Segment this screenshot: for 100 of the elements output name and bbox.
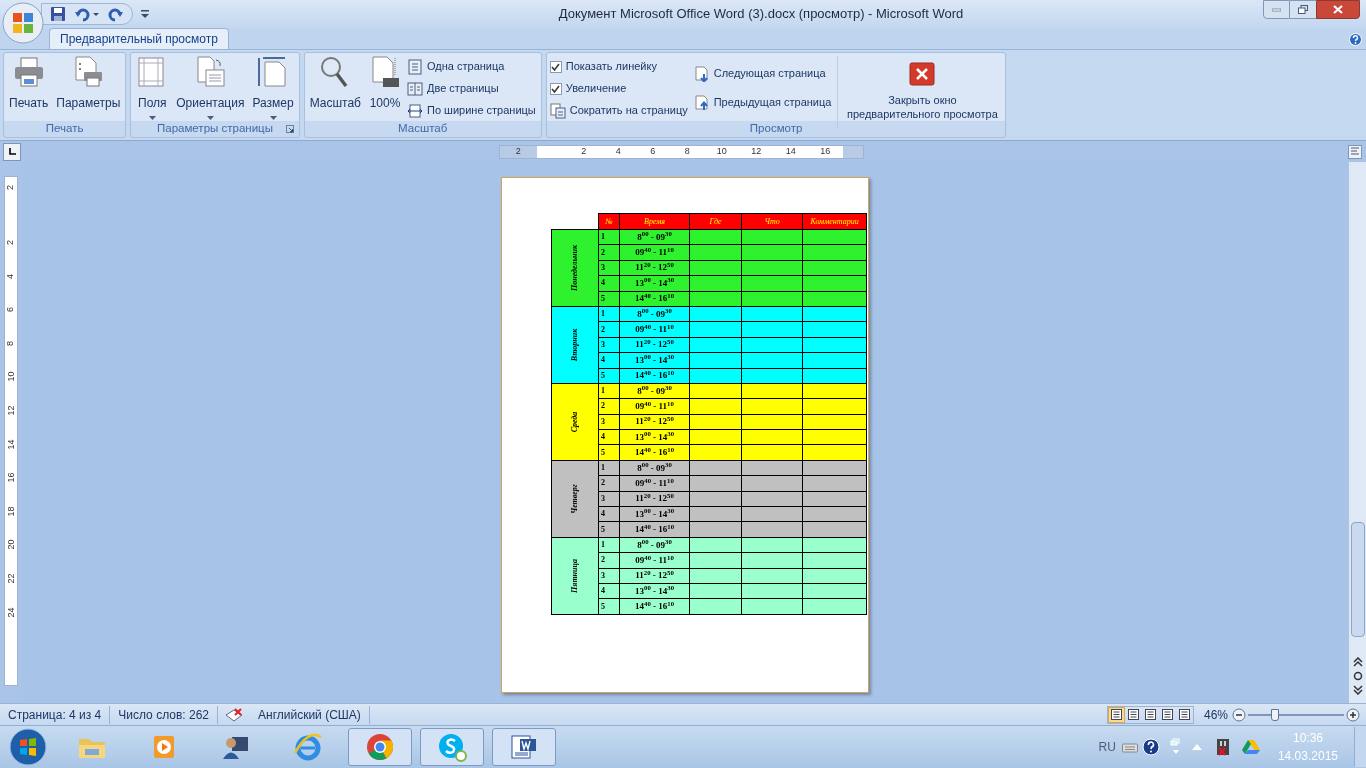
page-status[interactable]: Страница: 4 из 4 xyxy=(0,705,111,724)
slider-thumb[interactable] xyxy=(1271,708,1280,721)
ruler-number: 12 xyxy=(750,144,763,158)
ruler-number: 4 xyxy=(614,144,622,158)
pages-icon xyxy=(194,56,227,88)
ribbon-button[interactable]: Предыдущая страница xyxy=(693,93,832,112)
pages-icon xyxy=(549,102,566,119)
ribbon-button[interactable]: Печать xyxy=(7,56,51,112)
one-page-icon xyxy=(407,58,423,75)
ruler-number: 6 xyxy=(6,307,16,313)
close-button[interactable] xyxy=(1316,0,1360,19)
save-icon[interactable] xyxy=(50,6,66,22)
column-header: № xyxy=(598,213,620,230)
ribbon-button[interactable]: Ориентация xyxy=(174,56,247,120)
ribbon-button[interactable]: Следующая страница xyxy=(693,64,832,83)
zoom-slider[interactable] xyxy=(1248,707,1344,722)
reading-layout-icon xyxy=(1127,709,1139,720)
ribbon-button[interactable]: Параметры xyxy=(54,56,123,112)
checkbox-box[interactable] xyxy=(549,82,562,95)
close-preview-button[interactable]: Закрыть окно предварительного просмотра xyxy=(842,56,1003,121)
page-printer-icon xyxy=(72,56,105,88)
draft-icon xyxy=(1178,709,1190,720)
scrollbar-thumb[interactable] xyxy=(1350,522,1365,637)
ruler-number: 8 xyxy=(6,340,16,346)
outline-icon xyxy=(1161,709,1173,720)
ruler-number: 16 xyxy=(819,144,832,158)
taskbar-button[interactable] xyxy=(492,728,556,766)
ribbon-button[interactable]: Размер xyxy=(250,56,296,120)
ribbon-button[interactable]: Поля xyxy=(134,56,171,120)
ribbon-button[interactable]: 100% xyxy=(367,56,403,112)
group-label: Печать xyxy=(45,121,84,137)
ribbon-button[interactable]: Масштаб xyxy=(307,56,363,112)
checkbox-label[interactable]: Показать линейку xyxy=(565,58,657,75)
windows-toggle-icon[interactable] xyxy=(1169,738,1182,756)
column-header: Что xyxy=(741,213,803,230)
check-icon xyxy=(551,62,561,71)
zoom-in-icon[interactable] xyxy=(1346,707,1360,722)
printer-icon xyxy=(12,56,45,88)
ribbon-tab[interactable]: Предварительный просмотр xyxy=(49,28,229,49)
day-label: Четверг xyxy=(571,484,579,514)
start-button[interactable] xyxy=(8,727,48,767)
ruler-number: 2 xyxy=(6,240,16,245)
taskbar-button[interactable] xyxy=(348,728,412,766)
print-layout-icon xyxy=(1110,709,1122,720)
two-pages-icon xyxy=(407,80,423,97)
help-icon[interactable] xyxy=(1349,33,1362,46)
help-icon[interactable] xyxy=(1141,738,1160,756)
zoom-out-icon[interactable] xyxy=(1232,707,1246,722)
word-count[interactable]: Число слов: 262 xyxy=(110,705,218,724)
ruler-number: 8 xyxy=(683,144,691,158)
close-icon xyxy=(909,62,936,86)
previous-page-icon[interactable] xyxy=(1352,657,1363,667)
ruler-number: 2 xyxy=(580,144,588,158)
day-label: Пятница xyxy=(571,558,579,593)
web-layout-icon xyxy=(1144,709,1156,720)
language-status[interactable]: Английский (США) xyxy=(250,705,370,724)
column-header: Комментарии xyxy=(802,213,867,230)
ruler-toggle-icon[interactable] xyxy=(1348,144,1362,159)
minimize-icon xyxy=(1272,7,1281,12)
ribbon-button[interactable]: Сократить на страницу xyxy=(549,101,688,120)
ruler-number: 16 xyxy=(6,472,16,483)
checkbox-label[interactable]: Увеличение xyxy=(565,80,627,97)
page-width-icon xyxy=(407,102,423,119)
ruler-number: 4 xyxy=(6,273,16,279)
ribbon-button[interactable]: Одна страница xyxy=(407,57,536,76)
ruler-number: 22 xyxy=(6,573,16,584)
ribbon-button[interactable]: Две страницы xyxy=(407,79,536,98)
customize-caret-icon[interactable] xyxy=(141,9,149,19)
ruler-number: 12 xyxy=(6,405,16,416)
ruler-number: 20 xyxy=(6,539,16,550)
ribbon-button[interactable]: По ширине страницы xyxy=(407,101,536,120)
dialog-launcher-icon[interactable] xyxy=(285,125,294,133)
restore-icon xyxy=(1298,5,1308,14)
window-title: Документ Microsoft Office Word (3).docx (просмотр) - Microsoft Word xyxy=(557,5,965,24)
redo-icon[interactable] xyxy=(108,6,124,22)
ruler-number: 2 xyxy=(515,144,521,158)
ruler-number: 14 xyxy=(784,144,797,158)
undo-icon[interactable] xyxy=(74,6,100,22)
ruler-number: 24 xyxy=(6,607,16,618)
browser-e-icon xyxy=(292,731,324,763)
restore-button[interactable] xyxy=(1290,0,1316,19)
group-label: Просмотр xyxy=(749,121,803,137)
page-up-arrow-icon xyxy=(693,94,710,111)
language-indicator[interactable]: RU xyxy=(1098,738,1116,756)
ruler-number: 10 xyxy=(6,371,16,382)
day-label: Понедельник xyxy=(571,244,579,291)
view-button[interactable] xyxy=(1107,706,1125,723)
skype-icon xyxy=(436,731,468,763)
page-down-arrow-icon xyxy=(693,65,710,82)
column-header: Время xyxy=(619,213,690,230)
proofing-icon[interactable] xyxy=(224,706,244,723)
chrome-icon xyxy=(364,731,396,763)
ruler-number: 14 xyxy=(6,439,16,450)
check-icon xyxy=(551,84,561,93)
day-label: Вторник xyxy=(571,328,579,362)
next-page-icon[interactable] xyxy=(1352,685,1363,695)
browse-object-icon[interactable] xyxy=(1352,671,1363,681)
zoom-level[interactable]: 46% xyxy=(1203,705,1228,724)
checkbox-box[interactable] xyxy=(549,60,562,73)
tab-selector-button[interactable] xyxy=(3,142,21,161)
